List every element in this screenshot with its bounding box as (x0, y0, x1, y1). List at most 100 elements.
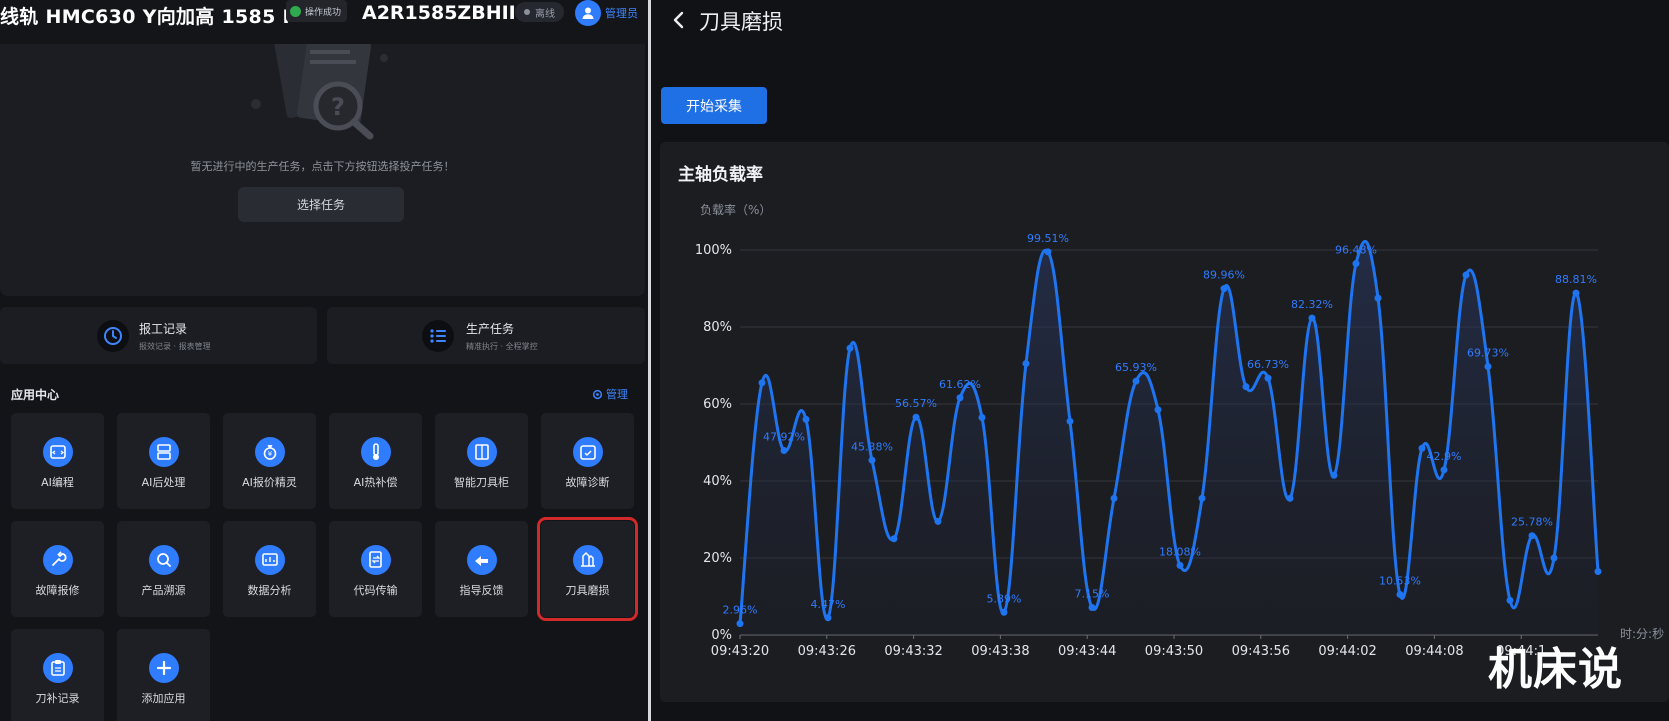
avatar[interactable] (575, 0, 601, 26)
quick-title: 生产任务 (466, 322, 515, 336)
app-tile[interactable]: 代码传输 (329, 521, 422, 617)
app-label: AI报价精灵 (242, 476, 297, 489)
data-label: 42.9% (1427, 450, 1462, 463)
app-tile[interactable]: 故障报修 (11, 521, 104, 617)
app-label: 故障报修 (35, 584, 80, 597)
quick-production-task[interactable]: 生产任务 精准执行 · 全程掌控 (327, 307, 645, 364)
data-point (1132, 377, 1140, 385)
gear-icon (592, 389, 603, 399)
app-label: AI后处理 (141, 476, 186, 489)
app-tile[interactable]: 刀补记录 (11, 629, 104, 721)
empty-task-text: 暂无进行中的生产任务，点击下方按钮选择投产任务！ (190, 160, 455, 173)
data-label: 99.51% (1027, 232, 1069, 245)
data-label: 2.96% (723, 604, 758, 617)
wrench-icon (43, 545, 73, 575)
app-tile[interactable]: 故障诊断 (541, 413, 634, 509)
quick-subtitle: 精准执行 · 全程掌控 (466, 342, 538, 351)
task-card: ? 暂无进行中的生产任务，点击下方按钮选择投产任务！ 选择任务 (0, 44, 645, 296)
data-point (1484, 363, 1492, 371)
data-point (1528, 532, 1536, 540)
data-point (1088, 603, 1096, 611)
x-tick-label: 09:43:50 (1145, 644, 1203, 659)
data-point (1506, 596, 1514, 604)
data-point (758, 379, 766, 387)
chart-screen-icon (255, 545, 285, 575)
app-tile[interactable]: 智能刀具柜 (435, 413, 528, 509)
app-label: AI热补偿 (353, 476, 398, 489)
app-tile[interactable]: ¥ AI报价精灵 (223, 413, 316, 509)
app-tile[interactable]: 产品溯源 (117, 521, 210, 617)
thermometer-icon (361, 437, 391, 467)
data-point (1176, 561, 1184, 569)
manage-label[interactable]: 管理 (606, 386, 628, 402)
app-center-heading: 应用中心 (11, 388, 60, 402)
toast-text: 操作成功 (305, 7, 342, 18)
data-point (802, 415, 810, 423)
success-toast: 操作成功 (286, 0, 348, 22)
manage-apps-link[interactable]: 管理 (592, 386, 628, 402)
user-menu[interactable]: 管理员 (575, 0, 638, 26)
data-label: 45.38% (851, 440, 893, 453)
quick-title: 报工记录 (139, 322, 188, 336)
file-transfer-icon (361, 545, 391, 575)
app-label: 智能刀具柜 (454, 476, 509, 489)
data-point (1330, 471, 1338, 479)
top-bar: 线轨 HMC630 Y向加高 1585 I 操作成功 A2R1585ZBHII … (0, 0, 648, 44)
app-tile[interactable]: AI热补偿 (329, 413, 422, 509)
data-label: 56.57% (895, 397, 937, 410)
y-tick-label: 80% (703, 320, 732, 335)
data-point (1594, 567, 1602, 575)
app-tile[interactable]: 指导反馈 (435, 521, 528, 617)
data-label: 82.32% (1291, 298, 1333, 311)
plus-icon (149, 653, 179, 683)
data-label: 25.78% (1511, 516, 1553, 529)
calendar-check-icon (573, 437, 603, 467)
app-tile[interactable]: 刀具磨损 (537, 517, 638, 621)
data-point (868, 456, 876, 464)
data-label: 88.81% (1555, 273, 1597, 286)
spindle-load-chart-card: 主轴负载率 0% 20% 40% 60% 80% 100% 负载率（%） 时:分:秒 09:43… (660, 142, 1669, 702)
data-label: 7.15% (1075, 587, 1110, 600)
back-chevron-icon[interactable] (667, 8, 691, 32)
x-tick-label: 09:43:20 (711, 644, 769, 659)
data-point (1264, 374, 1272, 382)
x-tick-label: 09:43:44 (1058, 644, 1116, 659)
machine-code: A2R1585ZBHII (362, 2, 516, 24)
data-point (978, 413, 986, 421)
start-collect-button[interactable]: 开始采集 (661, 87, 767, 124)
home-panel: 线轨 HMC630 Y向加高 1585 I 操作成功 A2R1585ZBHII … (0, 0, 648, 721)
data-label: 4.47% (811, 598, 846, 611)
data-point (1044, 248, 1052, 256)
app-label: 数据分析 (247, 584, 292, 597)
data-point (1572, 289, 1580, 297)
svg-text:¥: ¥ (268, 450, 273, 458)
data-point (1550, 554, 1558, 562)
app-label: 指导反馈 (459, 584, 504, 597)
x-tick-label: 09:43:56 (1232, 644, 1290, 659)
app-tile[interactable]: AI后处理 (117, 413, 210, 509)
page-title: 刀具磨损 (699, 10, 783, 34)
x-tick-label: 09:43:38 (971, 644, 1029, 659)
y-tick-label: 0% (711, 628, 732, 643)
status-dot-icon (524, 9, 530, 15)
quick-work-report[interactable]: 报工记录 报效记录 · 报表管理 (0, 307, 317, 364)
tool-wear-icon (573, 545, 603, 575)
data-point (1352, 260, 1360, 268)
app-label: AI编程 (41, 476, 74, 489)
app-label: 刀补记录 (35, 692, 80, 705)
user-name[interactable]: 管理员 (605, 5, 638, 21)
data-point (780, 447, 788, 455)
data-point (1022, 360, 1030, 368)
app-tile[interactable]: 数据分析 (223, 521, 316, 617)
machine-title: 线轨 HMC630 Y向加高 1585 I (0, 6, 290, 28)
data-point (1198, 494, 1206, 502)
feedback-icon (467, 545, 497, 575)
data-point (1462, 271, 1470, 279)
history-icon (97, 320, 129, 352)
data-point (1110, 494, 1118, 502)
data-point (1066, 417, 1074, 425)
choose-task-button[interactable]: 选择任务 (238, 187, 404, 222)
app-label: 刀具磨损 (565, 584, 610, 597)
app-tile[interactable]: 添加应用 (117, 629, 210, 721)
app-tile[interactable]: AI编程 (11, 413, 104, 509)
